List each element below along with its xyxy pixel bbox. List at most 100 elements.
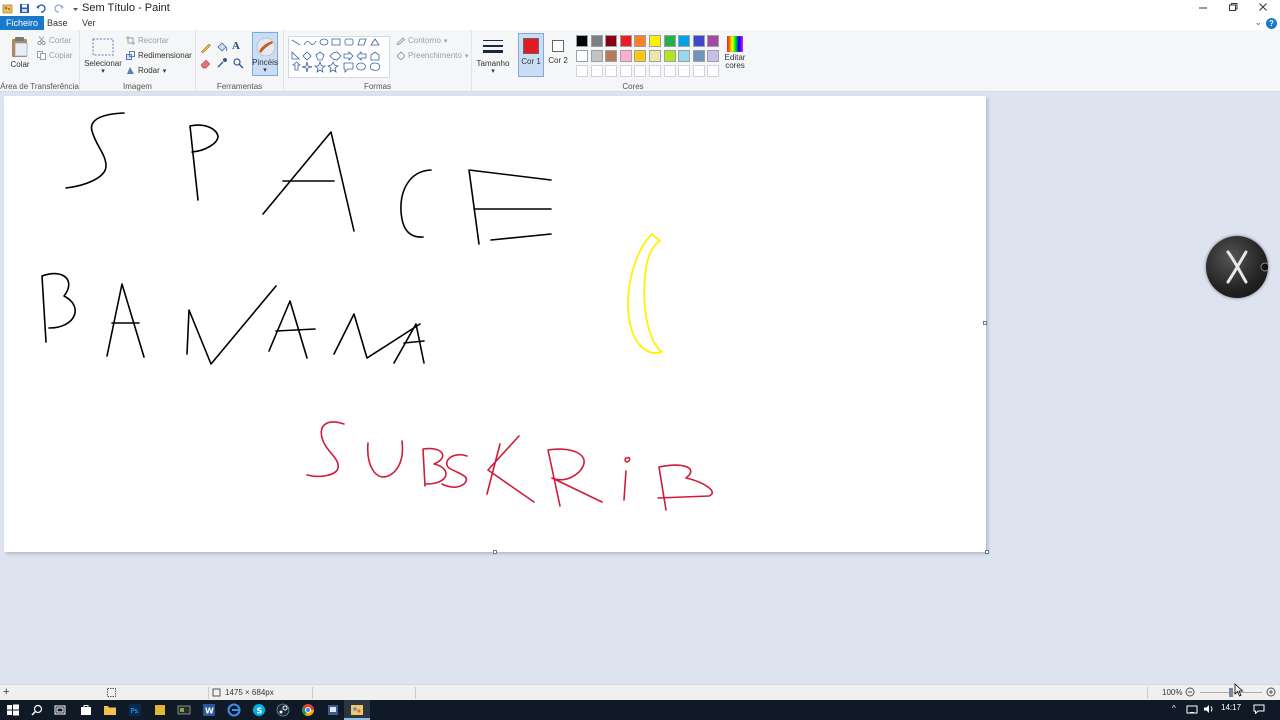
palette-color-swatch[interactable] <box>678 35 691 47</box>
drawing-canvas[interactable] <box>4 96 986 552</box>
zoom-out-icon[interactable] <box>1185 687 1195 699</box>
magnifier-icon[interactable] <box>232 57 244 72</box>
crop-button[interactable]: Recortar <box>126 36 169 45</box>
resize-handle-corner[interactable] <box>985 550 989 554</box>
status-separator <box>208 687 209 699</box>
help-icon[interactable]: ? <box>1266 18 1277 29</box>
customize-quick-access-icon[interactable] <box>70 3 81 14</box>
custom-color-slot[interactable] <box>634 65 647 77</box>
fill-bucket-icon[interactable] <box>216 41 228 56</box>
custom-color-slot[interactable] <box>619 65 632 77</box>
sticky-app-icon[interactable] <box>153 703 167 717</box>
palette-color-swatch[interactable] <box>692 35 705 47</box>
palette-color-swatch[interactable] <box>619 50 632 62</box>
custom-color-slot[interactable] <box>663 65 676 77</box>
save-icon[interactable] <box>19 3 30 14</box>
pencil-icon[interactable] <box>200 41 212 56</box>
palette-color-swatch[interactable] <box>576 50 588 62</box>
resize-handle-bottom[interactable] <box>493 550 497 554</box>
floating-overlay-widget[interactable] <box>1206 236 1270 298</box>
scissors-icon <box>37 36 46 46</box>
show-hidden-icons-icon[interactable]: ^ <box>1172 704 1176 713</box>
redo-icon[interactable] <box>53 3 64 14</box>
clock[interactable]: 14:17 <box>1221 703 1241 712</box>
palette-color-swatch[interactable] <box>590 50 603 62</box>
cut-button[interactable]: Cortar <box>37 36 71 46</box>
palette-color-swatch[interactable] <box>663 35 676 47</box>
network-icon[interactable] <box>1186 704 1198 716</box>
palette-color-swatch[interactable] <box>663 50 676 62</box>
eraser-icon[interactable] <box>200 57 212 72</box>
word-icon[interactable]: W <box>202 703 216 717</box>
palette-color-swatch[interactable] <box>707 50 720 62</box>
title-bar: Sem Título - Paint <box>0 0 1280 16</box>
notifications-icon[interactable] <box>1253 704 1265 716</box>
palette-color-swatch[interactable] <box>707 35 720 47</box>
palette-color-swatch[interactable] <box>678 50 691 62</box>
close-button[interactable] <box>1248 0 1278 16</box>
edit-colors-button[interactable]: Editar cores <box>720 36 750 78</box>
clipboard-group: Colar Cortar Copiar Área de Transferênci… <box>0 30 80 92</box>
tab-ver[interactable]: Ver <box>76 16 102 30</box>
obs-icon[interactable] <box>326 703 340 717</box>
paste-button[interactable]: Colar <box>8 36 32 70</box>
tab-ficheiro[interactable]: Ficheiro <box>0 16 45 30</box>
search-icon[interactable] <box>30 703 44 717</box>
palette-color-swatch[interactable] <box>576 35 588 47</box>
undo-icon[interactable] <box>36 3 47 14</box>
steam-icon[interactable] <box>276 703 290 717</box>
resize-label: Redimensionar <box>138 51 192 60</box>
brushes-button[interactable]: Pincéis ▾ <box>252 32 278 76</box>
task-view-icon[interactable] <box>53 703 67 717</box>
palette-color-swatch[interactable] <box>605 50 618 62</box>
volume-icon[interactable] <box>1203 704 1215 716</box>
outline-dropdown[interactable]: Contorno ▾ <box>396 36 447 46</box>
custom-color-slot[interactable] <box>590 65 603 77</box>
store-icon[interactable] <box>79 703 93 717</box>
minimize-button[interactable] <box>1188 0 1218 16</box>
tab-base[interactable]: Base <box>41 16 74 30</box>
custom-color-slot[interactable] <box>649 65 661 77</box>
file-explorer-icon[interactable] <box>103 703 117 717</box>
custom-color-slot[interactable] <box>678 65 691 77</box>
palette-color-swatch[interactable] <box>634 50 647 62</box>
video-editor-icon[interactable] <box>177 703 191 717</box>
restore-button[interactable] <box>1218 0 1248 16</box>
collapse-ribbon-icon[interactable]: ⌄ <box>1254 17 1262 28</box>
resize-button[interactable]: Redimensionar <box>126 51 192 60</box>
color1-swatch <box>523 38 539 54</box>
skype-icon[interactable]: S <box>252 703 266 717</box>
rotate-button[interactable]: Rodar ▾ <box>126 66 166 75</box>
palette-color-swatch[interactable] <box>649 50 661 62</box>
palette-color-swatch[interactable] <box>649 35 661 47</box>
palette-color-swatch[interactable] <box>692 50 705 62</box>
color-picker-icon[interactable] <box>216 57 228 72</box>
custom-color-slot[interactable] <box>707 65 720 77</box>
shapes-gallery[interactable] <box>288 36 390 78</box>
edge-icon[interactable] <box>227 703 241 717</box>
zoom-level: 100% <box>1162 688 1183 697</box>
workspace <box>0 93 1280 684</box>
resize-handle-right[interactable] <box>983 321 987 325</box>
fill-dropdown[interactable]: Preenchimento ▾ <box>396 51 468 61</box>
photoshop-icon[interactable]: Ps <box>128 703 142 717</box>
windows-start-icon[interactable] <box>6 703 20 717</box>
select-button[interactable]: Selecionar ▾ <box>84 36 122 76</box>
copy-button[interactable]: Copiar <box>37 51 73 60</box>
palette-color-swatch[interactable] <box>619 35 632 47</box>
color2-button[interactable]: Cor 2 <box>546 33 572 77</box>
close-icon <box>1259 3 1267 11</box>
text-tool-icon[interactable]: A <box>232 40 240 52</box>
color1-button[interactable]: Cor 1 <box>518 33 544 77</box>
palette-color-swatch[interactable] <box>634 35 647 47</box>
size-button[interactable]: Tamanho ▾ <box>476 36 510 80</box>
custom-color-slot[interactable] <box>576 65 588 77</box>
zoom-slider-thumb[interactable] <box>1229 688 1233 697</box>
custom-color-slot[interactable] <box>692 65 705 77</box>
palette-color-swatch[interactable] <box>605 35 618 47</box>
zoom-in-icon[interactable] <box>1266 687 1276 699</box>
restore-icon <box>1229 3 1238 11</box>
palette-color-swatch[interactable] <box>590 35 603 47</box>
chrome-icon[interactable] <box>301 703 315 717</box>
custom-color-slot[interactable] <box>605 65 618 77</box>
